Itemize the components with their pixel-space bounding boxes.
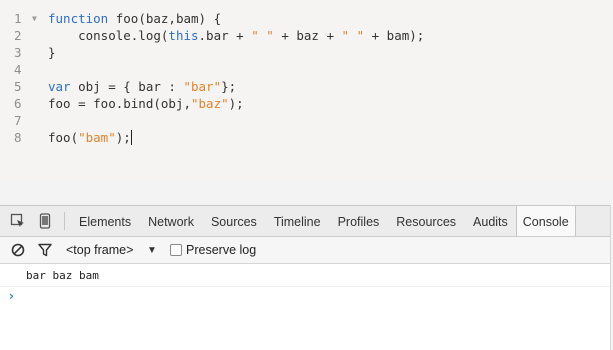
- line-number: 4: [14, 62, 22, 77]
- code-token: foo(: [48, 130, 79, 145]
- console-message: bar baz bam: [0, 264, 610, 287]
- code-text: var obj = { bar : "bar"};: [48, 78, 236, 95]
- code-token: }: [48, 45, 56, 60]
- code-token: foo(baz,bam) {: [108, 11, 222, 26]
- filter-icon[interactable]: [37, 242, 53, 258]
- console-prompt[interactable]: ›: [0, 287, 610, 307]
- tab-audits[interactable]: Audits: [464, 206, 516, 236]
- line-number: 5: [14, 79, 22, 94]
- preserve-log-label: Preserve log: [186, 243, 257, 257]
- code-text: function foo(baz,bam) {: [48, 10, 221, 27]
- string-token: "bar": [183, 79, 222, 94]
- code-token: );: [228, 96, 244, 111]
- preserve-log-checkbox[interactable]: [170, 244, 182, 256]
- tab-elements[interactable]: Elements: [70, 206, 139, 236]
- code-editor[interactable]: 1 ▼ function foo(baz,bam) { 2 console.log(t…: [0, 0, 613, 180]
- code-token: };: [221, 79, 237, 94]
- clear-console-icon[interactable]: [10, 242, 26, 258]
- code-token: + bam);: [364, 28, 425, 43]
- code-token: );: [115, 130, 131, 145]
- devtools-panel: Elements Network Sources Timeline Profiles Re…: [0, 205, 611, 350]
- line-number: 1: [14, 11, 22, 26]
- line-number: 8: [14, 130, 22, 145]
- string-token: "baz": [191, 96, 229, 111]
- string-token: "bam": [78, 130, 116, 145]
- console-message-text: bar baz bam: [26, 269, 99, 282]
- code-token: foo = foo.bind(obj,: [48, 96, 191, 111]
- preserve-log-toggle[interactable]: Preserve log: [170, 237, 256, 263]
- console-toolbar: <top frame> ▼ Preserve log: [0, 237, 610, 264]
- tab-profiles[interactable]: Profiles: [329, 206, 388, 236]
- tab-resources[interactable]: Resources: [387, 206, 464, 236]
- console-output: bar baz bam ›: [0, 264, 610, 350]
- code-text: foo("bam");: [48, 129, 132, 146]
- devtools-tabs: Elements Network Sources Timeline Profiles Re…: [70, 206, 576, 236]
- tab-sources[interactable]: Sources: [202, 206, 265, 236]
- tab-console[interactable]: Console: [515, 206, 576, 236]
- code-text: console.log(this.bar + " " + baz + " " +…: [48, 27, 424, 44]
- line-number: 2: [14, 28, 22, 43]
- console-input[interactable]: [26, 287, 596, 307]
- fold-arrow-icon[interactable]: ▼: [32, 10, 37, 27]
- chevron-down-icon[interactable]: ▼: [147, 237, 157, 263]
- code-token: + baz +: [273, 28, 342, 43]
- tabbar-divider: [64, 212, 65, 230]
- text-cursor: [130, 130, 132, 145]
- keyword-token: this: [168, 28, 199, 43]
- code-text: }: [48, 44, 56, 61]
- frame-selector[interactable]: <top frame>: [66, 237, 133, 263]
- keyword-token: var: [48, 79, 71, 94]
- inspect-element-icon[interactable]: [10, 213, 26, 229]
- devtools-tabbar: Elements Network Sources Timeline Profiles Re…: [0, 206, 610, 237]
- line-number: 6: [14, 96, 22, 111]
- code-token: .bar +: [198, 28, 252, 43]
- string-token: " ": [341, 28, 365, 43]
- keyword-token: function: [48, 11, 109, 26]
- code-token: console.log(: [48, 28, 169, 43]
- code-token: obj = { bar :: [70, 79, 184, 94]
- line-number: 3: [14, 45, 22, 60]
- code-text: foo = foo.bind(obj,"baz");: [48, 95, 244, 112]
- line-number: 7: [14, 113, 22, 128]
- prompt-chevron-icon: ›: [9, 289, 14, 303]
- string-token: " ": [251, 28, 274, 43]
- tab-network[interactable]: Network: [139, 206, 202, 236]
- device-mode-icon[interactable]: [37, 213, 53, 229]
- tab-timeline[interactable]: Timeline: [265, 206, 329, 236]
